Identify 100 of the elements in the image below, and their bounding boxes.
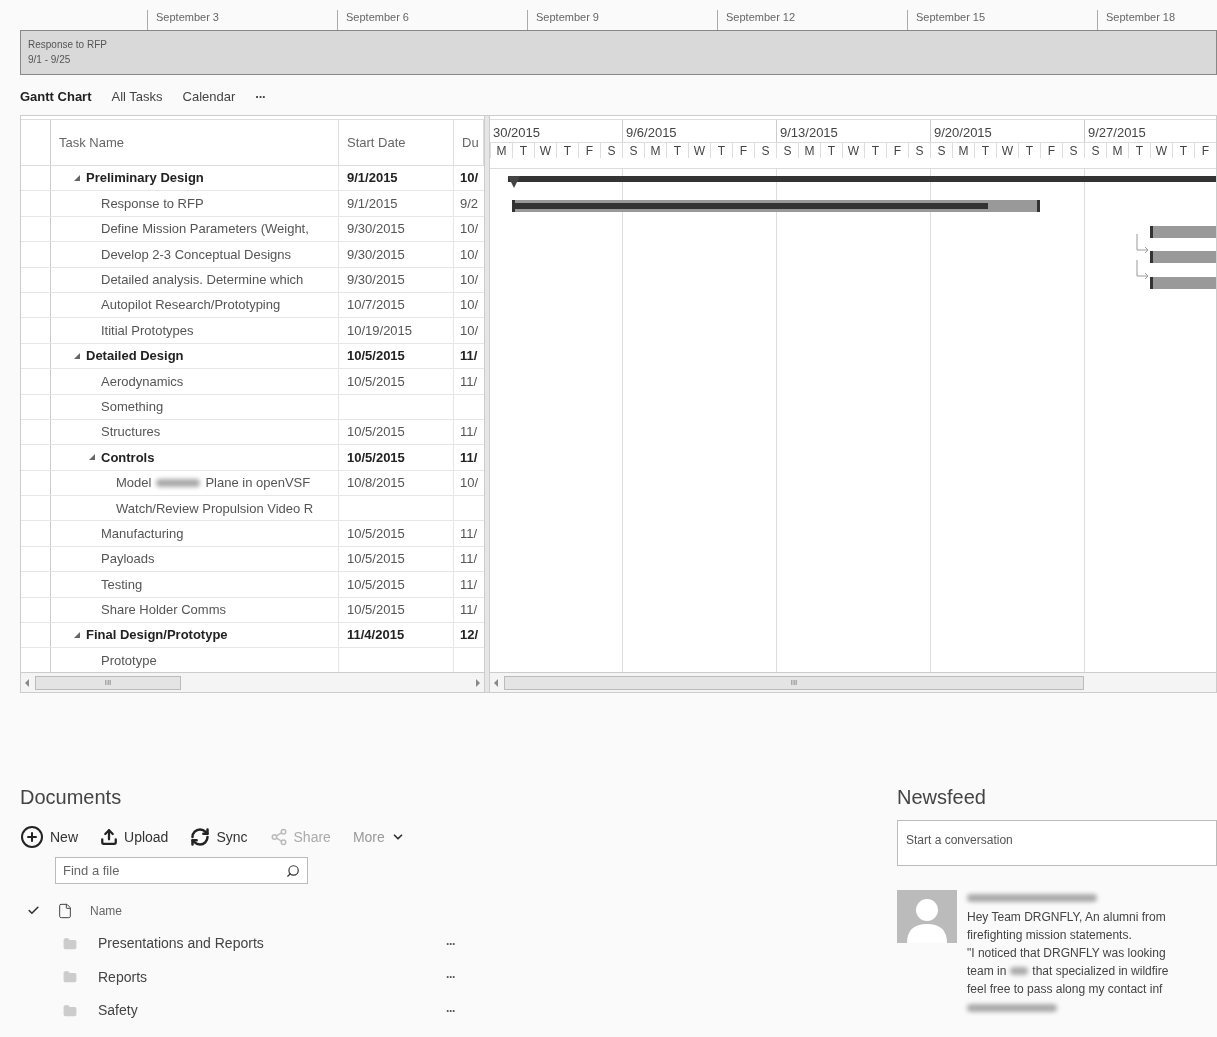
day-letter: S xyxy=(915,142,924,160)
duration-value: 11/ xyxy=(460,423,478,442)
week-label: 9/27/2015 xyxy=(1088,123,1146,142)
day-letter: S xyxy=(937,142,946,160)
start-date: 10/5/2015 xyxy=(347,448,405,467)
post-text: "I noticed that DRGNFLY was looking xyxy=(967,945,1166,962)
task-name: Preliminary Design xyxy=(86,169,204,188)
start-date: 10/19/2015 xyxy=(347,321,413,340)
more-views-button[interactable]: ··· xyxy=(255,87,266,107)
expand-icon[interactable] xyxy=(89,454,95,461)
start-date: 10/5/2015 xyxy=(347,372,405,391)
share-icon xyxy=(269,828,288,846)
horizontal-scrollbar[interactable]: III xyxy=(21,672,484,692)
timeline-bar-title: Response to RFP xyxy=(28,38,107,52)
timeline-date: September 15 xyxy=(916,10,986,24)
start-date: 10/7/2015 xyxy=(347,296,405,315)
section-title: Newsfeed xyxy=(897,785,987,809)
search-box[interactable]: Find a file xyxy=(55,857,308,884)
week-label: 9/13/2015 xyxy=(780,123,838,142)
timeline-date: September 6 xyxy=(346,10,409,24)
select-all-icon[interactable] xyxy=(27,904,40,917)
column-header[interactable]: Start Date xyxy=(347,132,406,153)
horizontal-scrollbar[interactable]: III xyxy=(490,672,1216,692)
search-field[interactable]: Find a file xyxy=(63,860,286,881)
expand-icon[interactable] xyxy=(74,175,80,182)
upload-icon xyxy=(100,828,118,846)
column-header[interactable]: Name xyxy=(90,901,122,920)
more-button[interactable]: ··· xyxy=(446,1001,455,1020)
day-letter: T xyxy=(673,142,682,160)
start-date: 11/4/2015 xyxy=(347,626,405,645)
expand-icon[interactable] xyxy=(74,632,80,639)
folder-icon xyxy=(62,970,78,985)
post-text: Hey Team DRGNFLY, An alumni from xyxy=(967,909,1166,926)
day-letter: S xyxy=(607,142,616,160)
day-letter: W xyxy=(847,142,860,160)
folder-icon xyxy=(62,1003,78,1018)
day-letter: F xyxy=(739,142,748,160)
section-title: Documents xyxy=(20,785,123,809)
task-name: Model xyxy=(116,474,152,493)
task-name: Testing xyxy=(101,575,143,594)
document-link[interactable]: Safety xyxy=(98,1000,446,1022)
day-letter: T xyxy=(981,142,990,160)
folder-icon xyxy=(62,936,78,951)
task-name: Watch/Review Propulsion Video R xyxy=(116,499,314,518)
task-name: Ititial Prototypes xyxy=(101,321,194,340)
document-link[interactable]: Presentations and Reports xyxy=(98,933,446,955)
toolbar-button[interactable]: Upload xyxy=(100,826,169,848)
start-date: 9/30/2015 xyxy=(347,271,405,289)
duration-value: 11/ xyxy=(460,524,478,543)
column-header[interactable]: Du xyxy=(462,132,479,153)
conversation-field[interactable]: Start a conversation xyxy=(906,831,1208,849)
timeline-date: September 3 xyxy=(156,10,219,24)
day-letter: F xyxy=(1047,142,1056,160)
scroll-grip: III xyxy=(790,676,798,689)
task-name: Autopilot Research/Prototyping xyxy=(101,296,281,315)
task-name: Plane in openVSF xyxy=(205,474,311,493)
task-bar[interactable] xyxy=(1150,225,1216,238)
timeline-date: September 12 xyxy=(726,10,796,24)
duration-value: 10/ xyxy=(460,169,479,188)
task-name: Payloads xyxy=(101,550,155,569)
day-letter: T xyxy=(563,142,572,160)
toolbar-button[interactable]: New xyxy=(20,825,78,849)
task-name: Share Holder Comms xyxy=(101,601,226,620)
duration-value: 11/ xyxy=(460,601,478,620)
task-bar[interactable] xyxy=(1150,251,1216,264)
view-tab[interactable]: Calendar xyxy=(182,87,236,107)
duration-value: 11/ xyxy=(460,347,478,366)
timeline-bar[interactable]: Response to RFP 9/1 - 9/25 xyxy=(20,30,1217,75)
task-bar[interactable] xyxy=(1150,276,1216,289)
week-label: 9/20/2015 xyxy=(934,123,992,142)
view-tab[interactable]: Gantt Chart xyxy=(20,87,92,107)
day-letter: S xyxy=(1091,142,1100,160)
conversation-box[interactable]: Start a conversation xyxy=(897,820,1217,866)
more-button[interactable]: ··· xyxy=(446,934,455,953)
day-letter: M xyxy=(650,142,661,160)
more-button[interactable]: ··· xyxy=(446,968,455,987)
task-name: Detailed analysis. Determine which xyxy=(101,271,304,289)
day-letter: W xyxy=(539,142,552,160)
view-tab[interactable]: All Tasks xyxy=(111,87,163,107)
redaction-blur xyxy=(156,478,201,487)
start-date: 9/30/2015 xyxy=(347,245,405,264)
toolbar-button[interactable]: Sync xyxy=(190,826,248,848)
summary-bar[interactable] xyxy=(508,176,1216,188)
post-text: firefighting mission statements. xyxy=(967,927,1132,944)
week-label: 9/6/2015 xyxy=(626,123,677,142)
expand-icon[interactable] xyxy=(74,352,80,359)
document-link[interactable]: Reports xyxy=(98,966,446,988)
post-text: that specialized in wildfire xyxy=(1032,963,1169,980)
post-text: team in xyxy=(967,963,1007,980)
start-date: 10/5/2015 xyxy=(347,601,405,620)
day-letter: S xyxy=(1069,142,1078,160)
duration-value: 10/ xyxy=(460,474,479,493)
search-icon[interactable] xyxy=(286,863,300,878)
column-header[interactable]: Task Name xyxy=(59,132,125,153)
task-bar[interactable] xyxy=(512,200,1040,213)
task-name: Prototype xyxy=(101,651,157,670)
duration-value: 10/ xyxy=(460,271,479,289)
day-letter: T xyxy=(871,142,880,160)
start-date: 10/5/2015 xyxy=(347,575,405,594)
duration-value: 9/2 xyxy=(460,194,479,213)
